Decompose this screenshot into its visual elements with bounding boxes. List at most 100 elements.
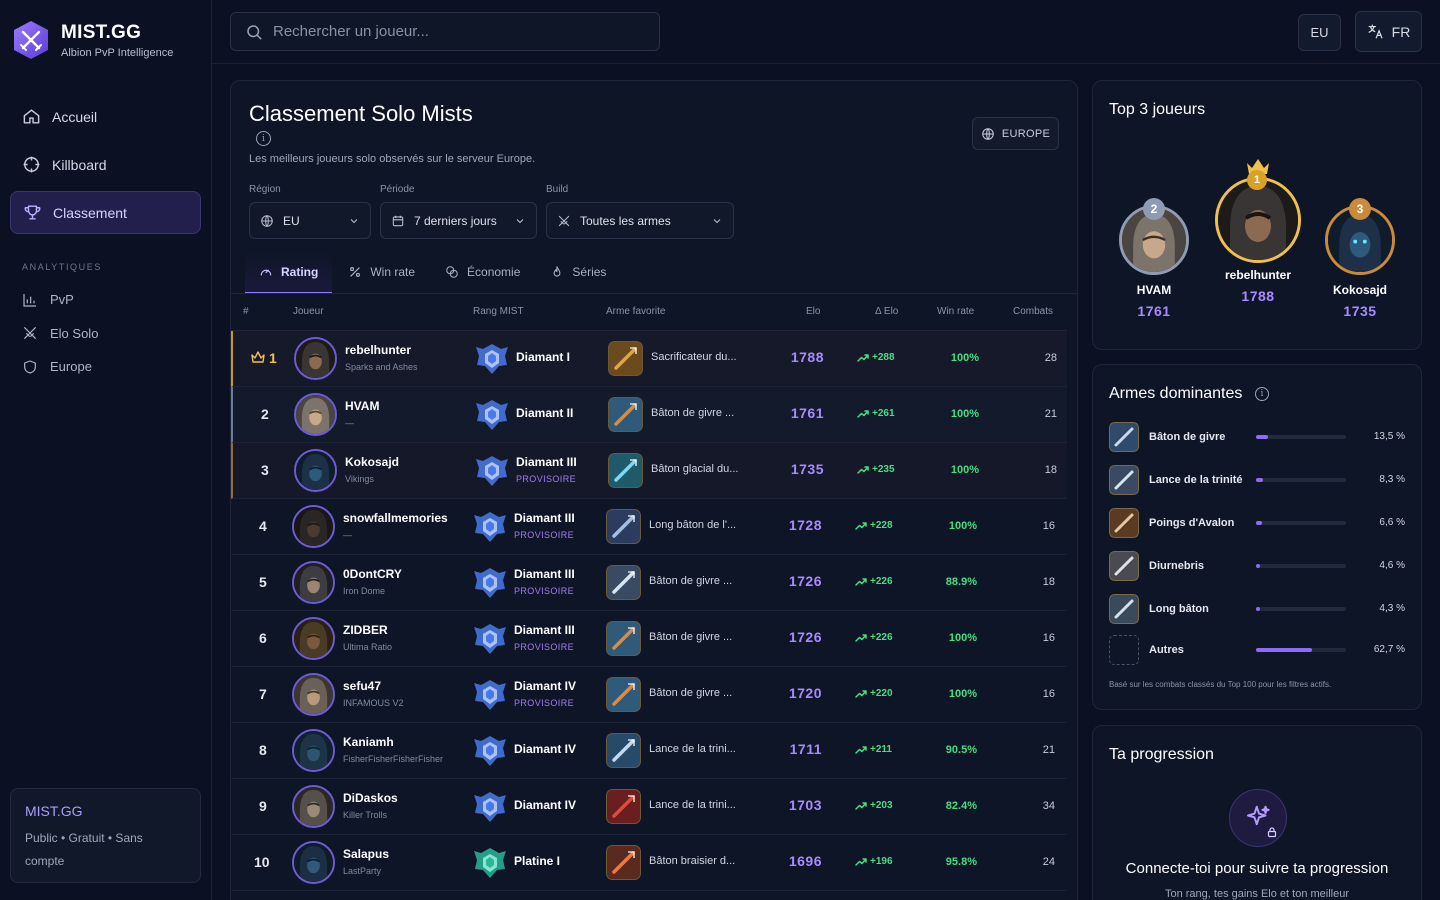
player-name[interactable]: sefu47: [343, 679, 381, 693]
tab-series[interactable]: Séries: [536, 251, 620, 293]
avatar[interactable]: [292, 729, 335, 772]
table-row[interactable]: 10 Salapus LastParty Platine I Bâton bra…: [231, 835, 1067, 891]
nav-item-killboard[interactable]: Killboard: [10, 143, 201, 186]
other-weapons-placeholder: [1109, 635, 1139, 665]
avatar[interactable]: [292, 505, 335, 548]
tab-economie[interactable]: Économie: [431, 251, 534, 293]
table-row[interactable]: 8 Kaniamh FisherFisherFisherFisher Diama…: [231, 723, 1067, 779]
gold-medal-badge: 1: [1247, 170, 1267, 190]
combat-count: 16: [1042, 520, 1055, 532]
tab-win-rate[interactable]: Win rate: [334, 251, 429, 293]
top-bar: Rechercher un joueur... EU FR: [212, 0, 1440, 64]
avatar-image: [294, 731, 333, 770]
weapons-title: Armes dominantes: [1109, 385, 1243, 402]
player-name[interactable]: HVAM: [345, 399, 379, 413]
avatar-image: [1218, 180, 1298, 260]
build-select[interactable]: Toutes les armes: [546, 202, 734, 239]
nav-item-accueil[interactable]: Accueil: [10, 95, 201, 138]
podium-name-3[interactable]: Kokosajd: [1310, 283, 1410, 297]
flame-icon: [553, 266, 561, 277]
avatar[interactable]: [292, 617, 335, 660]
avatar[interactable]: [292, 561, 335, 604]
table-row[interactable]: 6 ZIDBER Ultima Ratio Diamant III PROVIS…: [231, 611, 1067, 667]
player-name[interactable]: Salapus: [343, 847, 389, 861]
avatar[interactable]: [292, 673, 335, 716]
player-name[interactable]: Kaniamh: [343, 735, 394, 749]
column-header[interactable]: Δ Elo: [875, 306, 898, 317]
column-header[interactable]: Combats: [1013, 306, 1053, 317]
avatar[interactable]: [292, 785, 335, 828]
table-row[interactable]: 7 sefu47 INFAMOUS V2 Diamant IV PROVISOI…: [231, 667, 1067, 723]
period-select[interactable]: 7 derniers jours: [380, 202, 537, 239]
weapon-icon: [1109, 594, 1139, 624]
region-select[interactable]: EU: [249, 202, 371, 239]
language-button[interactable]: FR: [1355, 11, 1422, 52]
brand-logo[interactable]: MIST.GG Albion PvP Intelligence: [12, 20, 173, 60]
player-name[interactable]: 0DontCRY: [343, 567, 402, 581]
table-row[interactable]: 5 0DontCRY Iron Dome Diamant III PROVISO…: [231, 555, 1067, 611]
tab-label: Séries: [572, 265, 607, 279]
platinum-rank-icon: [474, 848, 506, 878]
region-button[interactable]: EU: [1298, 14, 1341, 51]
weapons-card: Armes dominantes i Bâton de givre 13,5 %…: [1092, 364, 1422, 710]
avatar[interactable]: [294, 337, 337, 380]
player-name[interactable]: snowfallmemories: [343, 511, 448, 525]
search-input[interactable]: Rechercher un joueur...: [230, 12, 660, 51]
avatar[interactable]: [294, 393, 337, 436]
info-icon[interactable]: i: [256, 131, 271, 146]
column-header[interactable]: Elo: [806, 306, 820, 317]
avatar-image: [296, 395, 335, 434]
weapon-name: Lance de la trini...: [649, 799, 736, 811]
table-row[interactable]: 3 Kokosajd Vikings Diamant III PROVISOIR…: [231, 443, 1067, 499]
weapon-stat-row[interactable]: Lance de la trinité 8,3 %: [1109, 465, 1405, 495]
diamond-rank-icon: [474, 512, 506, 542]
avatar[interactable]: [294, 449, 337, 492]
bronze-medal-badge: 3: [1349, 198, 1371, 220]
table-row[interactable]: 1 rebelhunter Sparks and Ashes Diamant I…: [231, 331, 1067, 387]
table-row[interactable]: 2 HVAM — Diamant II Bâton de givre ... 1…: [231, 387, 1067, 443]
player-name[interactable]: Kokosajd: [345, 455, 399, 469]
trend-up-icon: [855, 577, 867, 586]
avatar[interactable]: [292, 841, 335, 884]
rank-tier: Diamant IV: [514, 742, 577, 756]
table-row[interactable]: 4 snowfallmemories — Diamant III PROVISO…: [231, 499, 1067, 555]
ranking-tabs: Rating Win rate Économie Séries: [245, 251, 622, 294]
nav-item-elo-solo[interactable]: Elo Solo: [22, 317, 98, 351]
podium-elo-3: 1735: [1343, 303, 1377, 319]
info-icon[interactable]: i: [1255, 387, 1269, 401]
weapon-name: Bâton braisier d...: [649, 855, 736, 867]
nav-item-europe[interactable]: Europe: [22, 350, 98, 384]
table-row[interactable]: 9 DiDaskos Killer Trolls Diamant IV Lanc…: [231, 779, 1067, 835]
table-header: # Joueur Rang MIST Arme favorite Elo Δ E…: [231, 294, 1067, 331]
server-button[interactable]: EUROPE: [972, 117, 1059, 150]
nav-item-pvp[interactable]: PvP: [22, 283, 98, 317]
tab-rating[interactable]: Rating: [245, 251, 333, 294]
weapon-stat-row[interactable]: Poings d'Avalon 6,6 %: [1109, 508, 1405, 538]
rank-tier: Diamant IV: [514, 679, 577, 693]
login-cta[interactable]: Connecte-toi pour suivre ta progression: [1093, 860, 1421, 877]
weapon-stat-row[interactable]: Autres 62,7 %: [1109, 635, 1405, 665]
trend-up-icon: [855, 801, 867, 810]
player-name[interactable]: DiDaskos: [343, 791, 398, 805]
avatar-image: [294, 507, 333, 546]
player-name[interactable]: rebelhunter: [345, 343, 411, 357]
podium-name-2[interactable]: HVAM: [1104, 283, 1204, 297]
weapon-stat-row[interactable]: Long bâton 4,3 %: [1109, 594, 1405, 624]
combat-count: 18: [1042, 576, 1055, 588]
weapon-icon: [1109, 465, 1139, 495]
weapon-stat-row[interactable]: Diurnebris 4,6 %: [1109, 551, 1405, 581]
weapon-name: Autres: [1149, 644, 1184, 656]
share-bar: [1256, 564, 1346, 568]
nav-item-classement[interactable]: Classement: [10, 191, 201, 234]
coins-icon: [446, 266, 458, 278]
podium-name-1[interactable]: rebelhunter: [1208, 268, 1308, 282]
share-bar-fill: [1256, 564, 1261, 568]
analytics-nav: PvP Elo Solo Europe: [22, 283, 98, 384]
win-rate: 100%: [948, 632, 977, 644]
weapon-stat-row[interactable]: Bâton de givre 13,5 %: [1109, 422, 1405, 452]
bar-chart-icon: [23, 293, 36, 307]
column-header[interactable]: Win rate: [937, 306, 974, 317]
elo-value: 1761: [790, 405, 824, 421]
player-name[interactable]: ZIDBER: [343, 623, 388, 637]
share-bar-fill: [1256, 607, 1261, 611]
